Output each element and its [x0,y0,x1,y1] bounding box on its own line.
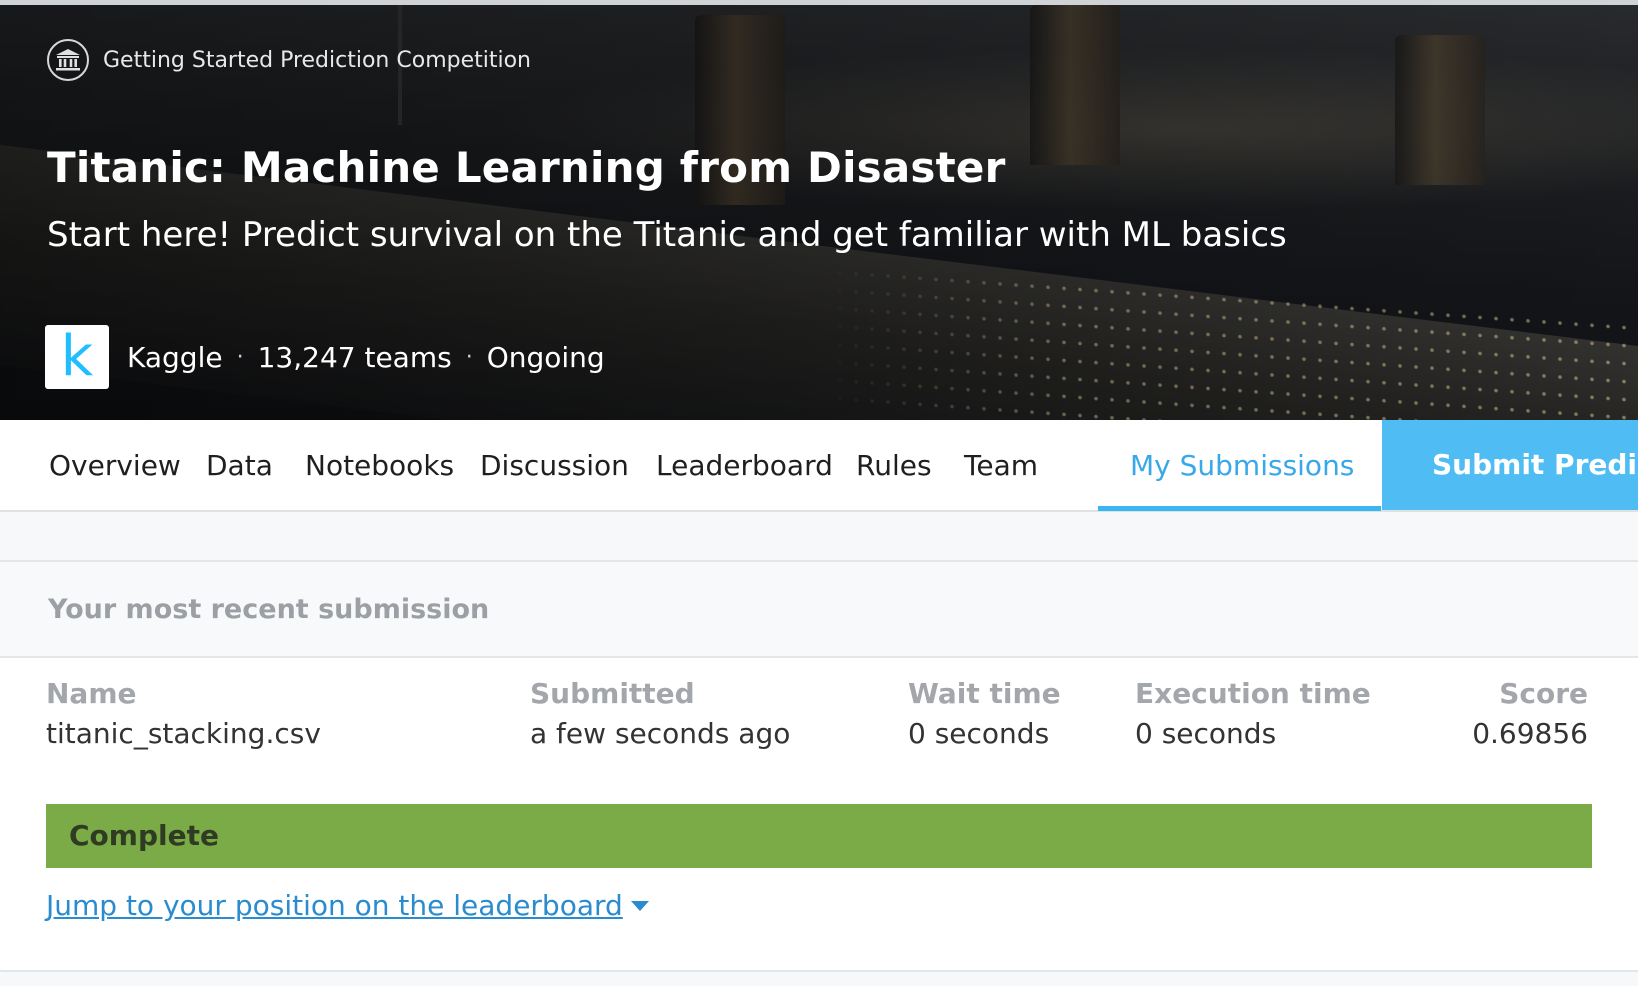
competition-title: Titanic: Machine Learning from Disaster [47,143,1006,192]
kaggle-logo[interactable]: k [45,325,109,389]
competition-type-label: Getting Started Prediction Competition [103,47,532,73]
submitted-label: Submitted [530,677,695,710]
tab-discussion[interactable]: Discussion [480,420,629,512]
jump-to-leaderboard-link[interactable]: Jump to your position on the leaderboard [46,884,649,928]
tab-overview[interactable]: Overview [49,420,181,512]
separator: · [465,344,473,370]
execution-time-column: Execution time 0 seconds [1135,674,1371,754]
score-label: Score [1499,677,1588,710]
score-value: 0.69856 [1472,717,1588,750]
competition-header: Getting Started Prediction Competition T… [0,0,1638,420]
submitted-value: a few seconds ago [530,717,791,750]
submission-name-column: Name titanic_stacking.csv [46,674,321,754]
tab-data[interactable]: Data [206,420,273,512]
submission-status-bar: Complete [46,804,1592,868]
competition-subtitle: Start here! Predict survival on the Tita… [47,215,1287,255]
submit-predictions-button[interactable]: Submit Predictions [1382,420,1638,510]
host-name[interactable]: Kaggle [127,341,223,374]
card-title: Your most recent submission [48,593,490,625]
caret-down-icon [630,901,649,911]
execution-time-value: 0 seconds [1135,717,1277,750]
active-tab-indicator [1098,506,1381,511]
team-count: 13,247 teams [257,340,452,374]
wait-time-value: 0 seconds [908,717,1050,750]
submitted-column: Submitted a few seconds ago [530,674,790,754]
score-column: Score 0.69856 [1472,674,1588,754]
submission-status: Complete [69,819,219,852]
name-label: Name [46,677,137,710]
tab-leaderboard[interactable]: Leaderboard [656,420,833,512]
tab-my-submissions[interactable]: My Submissions [1130,420,1354,512]
page: Getting Started Prediction Competition T… [0,0,1638,986]
tab-rules[interactable]: Rules [856,420,932,512]
competition-type: Getting Started Prediction Competition [47,38,531,82]
separator: · [236,344,244,370]
wait-time-column: Wait time 0 seconds [908,674,1061,754]
recent-submission-card: Your most recent submission Name titanic… [0,560,1638,972]
competition-status: Ongoing [486,340,605,374]
jump-link-label: Jump to your position on the leaderboard [46,889,623,922]
wait-time-label: Wait time [908,677,1061,710]
submission-file-name: titanic_stacking.csv [46,717,321,750]
institution-icon [47,39,89,81]
card-header: Your most recent submission [0,562,1638,658]
tab-notebooks[interactable]: Notebooks [305,420,454,512]
execution-time-label: Execution time [1135,677,1371,710]
tab-team[interactable]: Team [964,420,1038,512]
host-info: k Kaggle · 13,247 teams · Ongoing [45,325,605,389]
